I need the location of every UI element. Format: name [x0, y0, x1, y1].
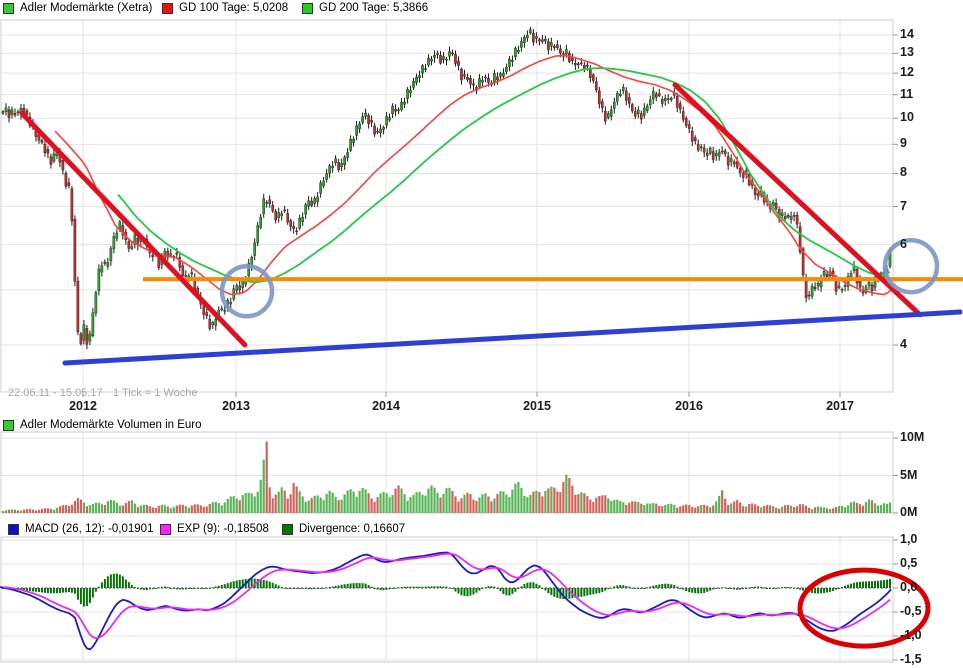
macd-tick-label: -1,5 — [900, 652, 922, 666]
instrument-swatch-icon — [3, 3, 14, 14]
year-tick-label: 2015 — [517, 399, 557, 413]
price-legend: Adler Modemärkte (Xetra) GD 100 Tage: 5,… — [0, 2, 963, 16]
volume-tick-label: 0M — [900, 505, 917, 519]
legend-item-label: Divergence: 0,16607 — [299, 523, 405, 535]
tick-unit-label: 1 Tick = 1 Woche — [113, 387, 197, 399]
stock-chart-canvas — [0, 0, 963, 668]
macd-tick-label: -1,0 — [900, 628, 922, 642]
price-tick-label: 7 — [900, 199, 907, 213]
year-tick-label: 2013 — [216, 399, 256, 413]
legend-item-instrument: Adler Modemärkte (Xetra) — [3, 2, 152, 14]
macd-tick-label: 0,0 — [900, 580, 917, 594]
macd-tick-label: -0,5 — [900, 604, 922, 618]
price-tick-label: 8 — [900, 165, 907, 179]
legend-item-label: GD 200 Tage: 5,3866 — [319, 2, 428, 14]
gd200-swatch-icon — [302, 3, 313, 14]
macd-tick-label: 0,5 — [900, 556, 917, 570]
legend-item-gd100: GD 100 Tage: 5,0208 — [162, 2, 288, 14]
price-tick-label: 11 — [900, 87, 913, 101]
price-tick-label: 12 — [900, 65, 914, 79]
divergence-swatch-icon — [282, 524, 293, 535]
price-tick-label: 14 — [900, 27, 914, 41]
macd-legend: MACD (26, 12): -0,01901 EXP (9): -0,1850… — [0, 523, 963, 537]
price-tick-label: 10 — [900, 110, 914, 124]
legend-item-exp: EXP (9): -0,18508 — [160, 523, 269, 535]
legend-item-gd200: GD 200 Tage: 5,3866 — [302, 2, 428, 14]
exp-swatch-icon — [160, 524, 171, 535]
legend-item-label: GD 100 Tage: 5,0208 — [179, 2, 288, 14]
price-tick-label: 13 — [900, 45, 914, 59]
legend-item-label: EXP (9): -0,18508 — [177, 523, 269, 535]
date-range-label: 22.06.11 - 15.05.17 — [8, 387, 103, 399]
volume-tick-label: 5M — [900, 468, 917, 482]
price-tick-label: 4 — [900, 337, 907, 351]
legend-item-volume: Adler Modemärkte Volumen in Euro — [3, 419, 202, 431]
volume-legend: Adler Modemärkte Volumen in Euro — [0, 419, 963, 433]
volume-tick-label: 10M — [900, 430, 924, 444]
legend-item-macd: MACD (26, 12): -0,01901 — [8, 523, 153, 535]
legend-item-divergence: Divergence: 0,16607 — [282, 523, 405, 535]
year-tick-label: 2017 — [820, 399, 860, 413]
year-tick-label: 2014 — [366, 399, 406, 413]
legend-item-label: Adler Modemärkte (Xetra) — [20, 2, 152, 14]
price-tick-label: 9 — [900, 136, 907, 150]
legend-item-label: Adler Modemärkte Volumen in Euro — [20, 419, 202, 431]
gd100-swatch-icon — [162, 3, 173, 14]
price-tick-label: 6 — [900, 237, 907, 251]
year-tick-label: 2016 — [669, 399, 709, 413]
stock-chart-page: Adler Modemärkte (Xetra) GD 100 Tage: 5,… — [0, 0, 963, 668]
macd-tick-label: 1,0 — [900, 532, 917, 546]
legend-item-label: MACD (26, 12): -0,01901 — [25, 523, 153, 535]
macd-swatch-icon — [8, 524, 19, 535]
volume-swatch-icon — [3, 420, 14, 431]
year-tick-label: 2012 — [63, 399, 103, 413]
